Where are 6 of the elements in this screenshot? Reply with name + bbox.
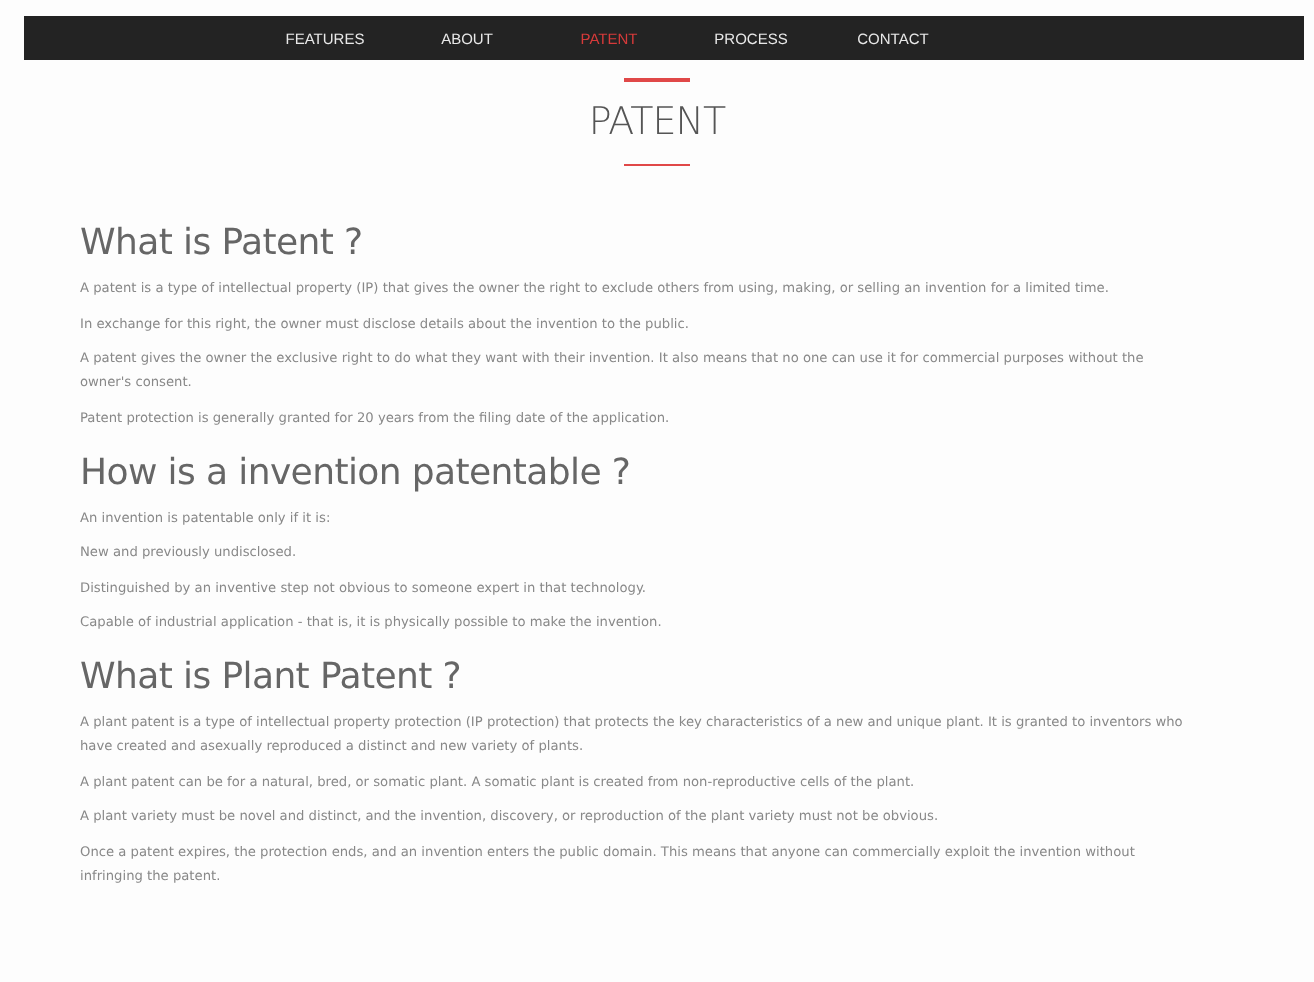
page-title: PATENT: [588, 99, 726, 143]
title-rule: [624, 163, 690, 166]
section-heading: What is Plant Patent ?: [80, 656, 464, 698]
title-rule: [624, 78, 690, 81]
section-heading: What is Patent ?: [80, 222, 365, 264]
section-heading: How is a invention patentable ?: [80, 451, 633, 493]
